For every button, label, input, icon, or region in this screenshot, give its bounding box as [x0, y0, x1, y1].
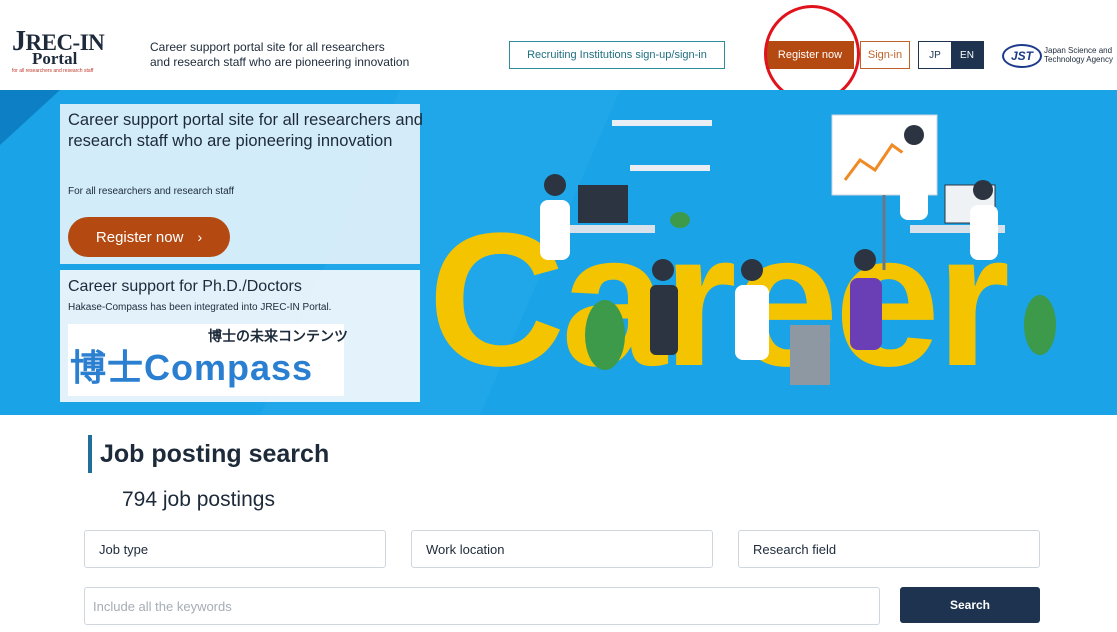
- search-button[interactable]: Search: [900, 587, 1040, 623]
- jst-mark: JST: [1002, 44, 1042, 68]
- hero-register-now-button[interactable]: Register now ›: [68, 217, 230, 257]
- jst-name-line-2: Technology Agency: [1044, 55, 1113, 64]
- logo-portal-text: Portal: [32, 49, 78, 68]
- job-posting-search-title: Job posting search: [100, 440, 330, 468]
- hero-intro-title: Career support portal site for all resea…: [68, 111, 423, 150]
- highlight-circle-annotation: [764, 5, 860, 103]
- hakase-compass-ruby: 博士の未来コンテンツ: [208, 328, 348, 344]
- header-tagline: Career support portal site for all resea…: [150, 40, 470, 70]
- job-type-select[interactable]: Job type: [84, 530, 386, 568]
- jst-name-line-1: Japan Science and: [1044, 46, 1113, 55]
- hero-intro-subtitle: For all researchers and research staff: [68, 186, 235, 197]
- site-header: JREC-IN Portal for all researchers and r…: [0, 0, 1117, 88]
- job-postings-count: 794 job postings: [122, 488, 275, 511]
- language-switcher: JP EN: [918, 41, 984, 69]
- phd-career-subtitle: Hakase-Compass has been integrated into …: [68, 302, 332, 313]
- tagline-line-1: Career support portal site for all resea…: [150, 40, 385, 54]
- jrec-in-logo[interactable]: JREC-IN Portal for all researchers and r…: [12, 28, 122, 80]
- hero-banner: Career Career support portal site for al…: [0, 90, 1117, 415]
- recruiting-institutions-button[interactable]: Recruiting Institutions sign-up/sign-in: [509, 41, 725, 69]
- sign-in-button[interactable]: Sign-in: [860, 41, 910, 69]
- section-title-accent: [88, 435, 92, 473]
- keyword-search-input[interactable]: [84, 587, 880, 625]
- work-location-select[interactable]: Work location: [411, 530, 713, 568]
- lang-jp-button[interactable]: JP: [919, 42, 951, 68]
- tagline-line-2: and research staff who are pioneering in…: [150, 55, 410, 69]
- phd-career-card: Career support for Ph.D./Doctors Hakase-…: [60, 270, 420, 402]
- logo-j: J: [12, 26, 26, 57]
- hakase-compass-logo-text: 博士Compass: [70, 347, 314, 388]
- logo-subtext: for all researchers and research staff: [12, 68, 94, 74]
- jst-logo[interactable]: JST Japan Science and Technology Agency: [1002, 42, 1117, 70]
- chevron-right-icon: ›: [197, 229, 203, 245]
- research-field-select[interactable]: Research field: [738, 530, 1040, 568]
- phd-career-title: Career support for Ph.D./Doctors: [68, 278, 302, 295]
- hero-register-label: Register now: [95, 228, 184, 246]
- lang-en-button[interactable]: EN: [951, 42, 983, 68]
- hakase-compass-banner[interactable]: 博士の未来コンテンツ 博士Compass: [68, 324, 348, 396]
